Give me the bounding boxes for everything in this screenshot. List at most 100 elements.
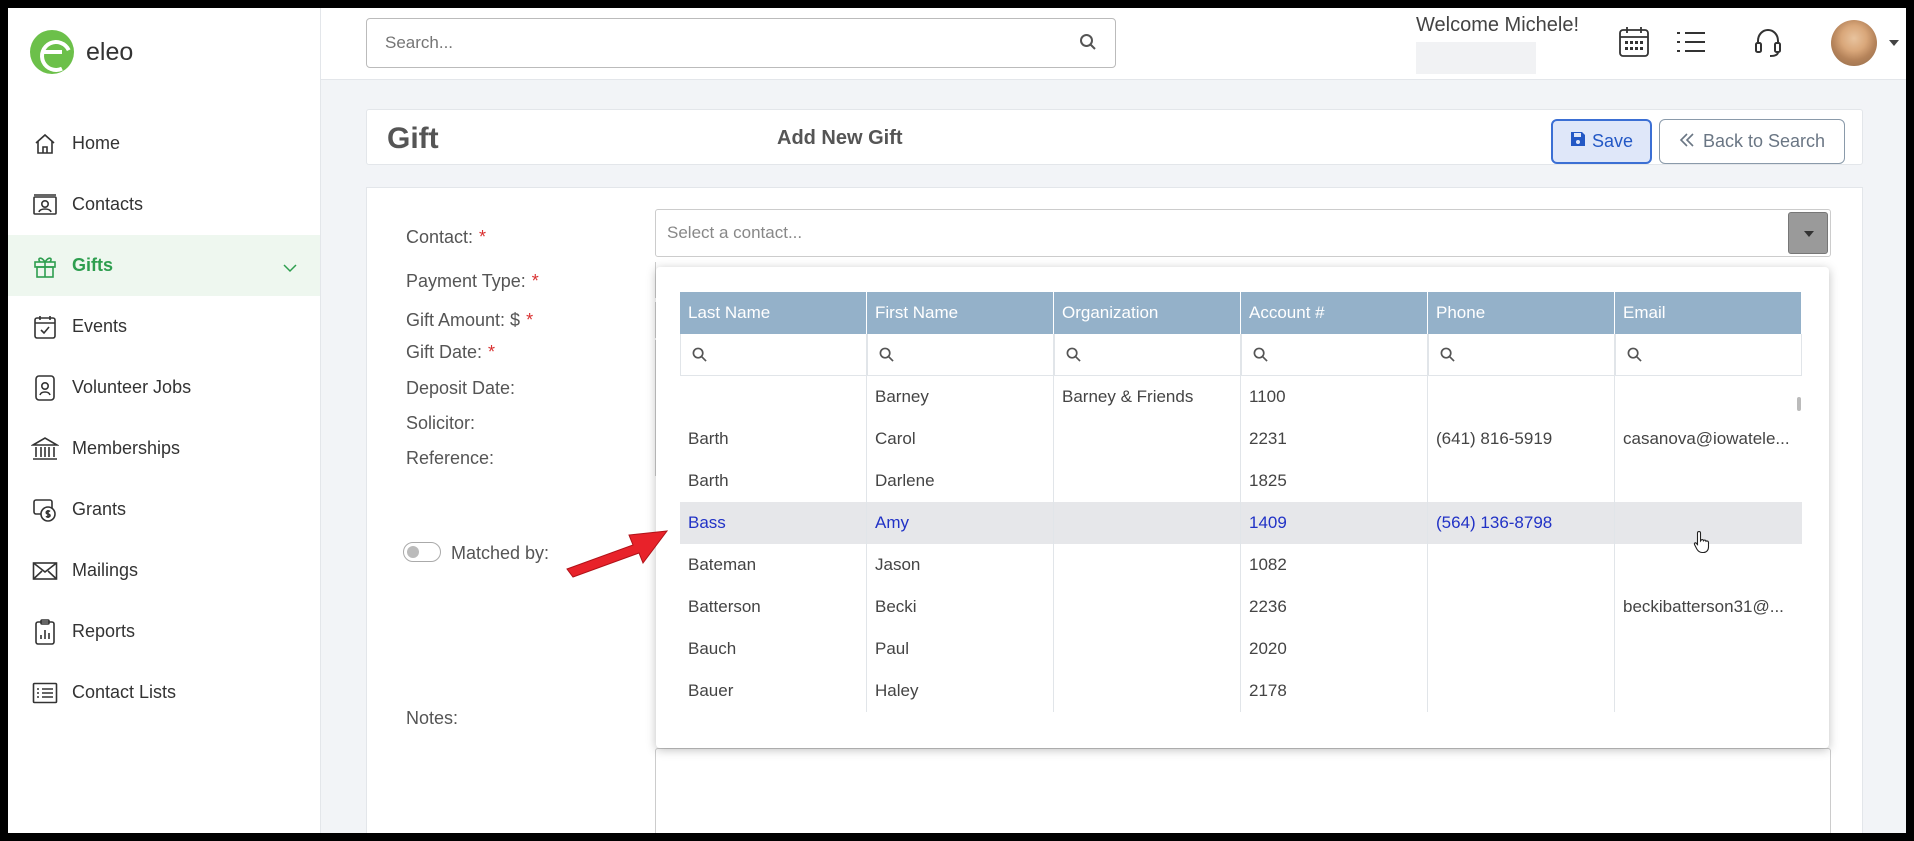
table-cell: 2178 (1241, 670, 1428, 712)
table-cell (680, 376, 867, 418)
table-row[interactable]: Bateman Jason 1082 (680, 544, 1802, 586)
table-cell: Barney & Friends (1054, 376, 1241, 418)
sidebar-item-volunteer-jobs[interactable]: Volunteer Jobs (8, 357, 320, 418)
table-cell: 2020 (1241, 628, 1428, 670)
table-cell (1615, 460, 1802, 502)
sidebar-item-label: Reports (72, 621, 136, 641)
report-icon (30, 617, 60, 647)
table-cell: Darlene (867, 460, 1054, 502)
back-to-search-button[interactable]: Back to Search (1659, 119, 1845, 164)
matched-by-toggle[interactable] (403, 542, 441, 562)
table-cell: 1082 (1241, 544, 1428, 586)
table-cell: Paul (867, 628, 1054, 670)
deposit-date-label: Deposit Date: (406, 378, 516, 398)
page-title: Gift (387, 122, 439, 155)
sidebar-item-label: Grants (72, 499, 127, 519)
payment-type-label: Payment Type: * (406, 271, 539, 291)
search-icon (1627, 347, 1642, 362)
sidebar-item-grants[interactable]: Grants (8, 479, 320, 540)
reference-label: Reference: (406, 448, 495, 468)
grid-body: Barney Barney & Friends 1100 Barth Carol 2231… (680, 376, 1802, 723)
column-header[interactable]: Last Name (680, 292, 867, 334)
filter-last-name[interactable] (680, 334, 867, 376)
sidebar-item-contacts[interactable]: Contacts (8, 174, 320, 235)
table-row[interactable]: Barth Carol 2231 (641) 816-5919 casanova@iow… (680, 418, 1802, 460)
table-cell (1054, 502, 1241, 544)
sidebar-item-memberships[interactable]: Memberships (8, 418, 320, 479)
table-row[interactable]: Bass Amy 1409 (564) 136-8798 (680, 502, 1802, 544)
table-cell (1428, 376, 1615, 418)
filter-organization[interactable] (1054, 334, 1241, 376)
search-input[interactable] (367, 19, 1047, 67)
filter-first-name[interactable] (867, 334, 1054, 376)
institution-icon (30, 434, 60, 464)
column-header[interactable]: Email (1615, 292, 1802, 334)
sidebar-item-mailings[interactable]: Mailings (8, 540, 320, 601)
sidebar-item-label: Volunteer Jobs (72, 377, 192, 397)
table-row[interactable]: Bauer Haley 2178 (680, 670, 1802, 712)
search-box[interactable] (366, 18, 1116, 68)
caret-down-icon[interactable] (1888, 34, 1900, 52)
filter-phone[interactable] (1428, 334, 1615, 376)
table-cell: Barth (680, 418, 867, 460)
table-cell: Becki (867, 586, 1054, 628)
sidebar-item-gifts[interactable]: Gifts (8, 235, 320, 296)
table-cell: Bauch (680, 628, 867, 670)
contact-select-placeholder: Select a contact... (667, 223, 803, 242)
table-cell (1054, 460, 1241, 502)
table-cell (1428, 544, 1615, 586)
sidebar-item-events[interactable]: Events (8, 296, 320, 357)
table-cell: beckibatterson31@... (1623, 597, 1784, 616)
sidebar: eleo Home Contacts Gifts Events Voluntee… (8, 8, 321, 833)
table-cell: Jason (867, 544, 1054, 586)
column-header[interactable]: Account # (1241, 292, 1428, 334)
contact-label: Contact: * (406, 227, 487, 247)
contact-grid: Last Name First Name Organization Accoun… (680, 292, 1802, 712)
avatar[interactable] (1831, 20, 1877, 66)
task-list-icon[interactable] (1676, 30, 1706, 59)
page-header: Gift Add New Gift Save Back to Search (366, 109, 1863, 165)
sidebar-item-label: Contact Lists (72, 682, 177, 702)
grid-header: Last Name First Name Organization Accoun… (680, 292, 1802, 334)
notes-textarea[interactable] (655, 748, 1831, 833)
table-cell (1054, 544, 1241, 586)
filter-email[interactable] (1615, 334, 1802, 376)
headset-icon[interactable] (1754, 28, 1782, 63)
table-cell (1428, 670, 1615, 712)
column-header[interactable]: Organization (1054, 292, 1241, 334)
sidebar-item-contact-lists[interactable]: Contact Lists (8, 662, 320, 723)
filter-account[interactable] (1241, 334, 1428, 376)
table-cell (1615, 670, 1802, 712)
sidebar-item-label: Mailings (72, 560, 139, 580)
table-row[interactable]: Barney Barney & Friends 1100 (680, 376, 1802, 418)
save-button[interactable]: Save (1551, 119, 1652, 164)
page-subtitle: Add New Gift (777, 127, 903, 149)
table-row[interactable]: Batterson Becki 2236 beckibatterson31@... (680, 586, 1802, 628)
chevron-down-icon[interactable] (282, 257, 298, 278)
list-icon (30, 678, 60, 708)
table-cell: casanova@iowatele... (1623, 429, 1790, 448)
dropdown-toggle-button[interactable] (1788, 212, 1828, 254)
table-cell: Haley (867, 670, 1054, 712)
sidebar-item-home[interactable]: Home (8, 113, 320, 174)
sidebar-item-reports[interactable]: Reports (8, 601, 320, 662)
column-header[interactable]: Phone (1428, 292, 1615, 334)
search-icon[interactable] (1079, 33, 1097, 56)
gift-amount-label: Gift Amount: $ * (406, 310, 534, 330)
table-row[interactable]: Bauch Paul 2020 (680, 628, 1802, 670)
table-cell (1428, 586, 1615, 628)
top-bar: Welcome Michele! (321, 8, 1906, 80)
solicitor-label: Solicitor: (406, 413, 476, 433)
column-header[interactable]: First Name (867, 292, 1054, 334)
back-button-label: Back to Search (1702, 131, 1826, 151)
table-row[interactable]: Barth Darlene 1825 (680, 460, 1802, 502)
welcome-message: Welcome Michele! (1416, 14, 1580, 36)
scrollbar-thumb[interactable] (1797, 397, 1801, 411)
calendar-icon[interactable] (1618, 26, 1650, 63)
badge-icon (30, 373, 60, 403)
contact-select[interactable]: Select a contact... (655, 209, 1831, 257)
table-cell: Bateman (680, 544, 867, 586)
logo[interactable]: eleo (30, 30, 133, 74)
money-icon (30, 495, 60, 525)
sidebar-item-label: Contacts (72, 194, 144, 214)
